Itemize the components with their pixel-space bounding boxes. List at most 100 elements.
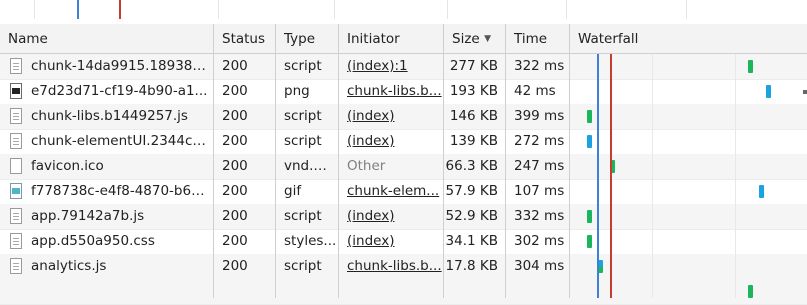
table-row[interactable]: e7d23d71-cf19-4b90-a1... 200 png chunk-libs… [0,79,807,105]
name-cell[interactable]: app.d550a950.css [0,229,214,254]
name-cell[interactable]: app.79142a7b.js [0,204,214,229]
column-divider[interactable] [569,24,570,298]
table-row[interactable] [0,279,807,305]
time-cell: 107 ms [514,183,565,199]
column-divider[interactable] [213,24,214,298]
overview-load-marker [119,0,121,19]
table-row[interactable]: analytics.js 200 script chunk-libs.b... 17.8… [0,254,807,280]
initiator-link[interactable]: (index) [347,108,394,124]
size-cell: 52.9 KB [445,208,498,224]
overview-gridline [686,0,687,19]
name-cell[interactable]: f778738c-e4f8-4870-b63... [0,179,214,204]
initiator-link[interactable]: (index) [347,133,394,149]
column-header-status[interactable]: Status [214,24,276,54]
type-cell: styles... [284,233,337,249]
status-cell: 200 [222,83,248,99]
type-cell: vnd.m... [284,158,339,174]
status-cell: 200 [222,158,248,174]
initiator-link[interactable]: (index) [347,208,394,224]
waterfall-bar[interactable] [748,285,753,298]
column-divider[interactable] [338,24,339,298]
waterfall-bar[interactable] [766,85,771,98]
initiator-cell: Other [339,154,444,179]
column-header-initiator[interactable]: Initiator [339,24,444,54]
column-header-size[interactable]: Size ▼ [444,24,506,54]
initiator-link[interactable]: chunk-libs.b... [347,83,442,99]
overview-domcontentloaded-marker [77,0,79,19]
overview-timeline[interactable] [0,0,807,25]
column-header-type[interactable]: Type [276,24,339,54]
column-divider[interactable] [505,24,506,298]
initiator-link[interactable]: (index):1 [347,58,408,74]
script-file-icon [10,108,22,124]
script-file-icon [10,58,22,74]
type-cell: script [284,258,322,274]
waterfall-bar[interactable] [748,60,753,73]
type-cell: script [284,208,322,224]
request-name: app.79142a7b.js [31,208,145,224]
initiator-cell[interactable]: (index) [339,104,444,129]
file-icon [10,158,22,174]
waterfall-bar[interactable] [759,185,764,198]
script-file-icon [10,258,22,274]
table-header: Name Status Type Initiator Size ▼ Time W… [0,24,807,54]
request-name: analytics.js [31,258,107,274]
request-name: chunk-elementUI.2344c1... [31,133,211,149]
waterfall-bar[interactable] [587,235,592,248]
name-cell[interactable]: e7d23d71-cf19-4b90-a1... [0,79,214,104]
table-row[interactable]: chunk-elementUI.2344c1... 200 script (index… [0,129,807,155]
waterfall-bar[interactable] [587,110,592,123]
size-cell: 139 KB [449,133,498,149]
initiator-cell[interactable]: chunk-elem... [339,179,444,204]
table-row[interactable]: favicon.ico 200 vnd.m... Other 66.3 KB 247 ms [0,154,807,180]
name-cell[interactable]: analytics.js [0,254,214,279]
initiator-link[interactable]: chunk-elem... [347,183,439,199]
waterfall-bar[interactable] [587,135,592,148]
status-cell: 200 [222,258,248,274]
table-row[interactable]: app.d550a950.css 200 styles... (index) 34.1 … [0,229,807,255]
request-name: app.d550a950.css [31,233,155,249]
stylesheet-file-icon [10,233,22,249]
image-file-icon [10,83,22,99]
column-header-time[interactable]: Time [506,24,570,54]
table-row[interactable]: chunk-libs.b1449257.js 200 script (index) 14… [0,104,807,130]
time-cell: 322 ms [514,58,565,74]
initiator-link[interactable]: (index) [347,233,394,249]
name-cell[interactable]: chunk-libs.b1449257.js [0,104,214,129]
type-cell: script [284,58,322,74]
status-cell: 200 [222,183,248,199]
initiator-cell[interactable]: chunk-libs.b... [339,79,444,104]
waterfall-gridline [652,54,653,298]
size-cell: 66.3 KB [445,158,498,174]
size-cell: 34.1 KB [445,233,498,249]
name-cell[interactable]: chunk-14da9915.18938b... [0,54,214,79]
size-cell: 193 KB [449,83,498,99]
initiator-cell[interactable]: (index) [339,204,444,229]
initiator-cell[interactable]: chunk-libs.b... [339,254,444,279]
initiator-cell[interactable]: (index) [339,229,444,254]
column-header-name[interactable]: Name [0,24,214,54]
overview-gridline [447,0,448,19]
waterfall-gridline [735,54,736,298]
waterfall-bar[interactable] [587,210,592,223]
size-cell: 57.9 KB [445,183,498,199]
table-row[interactable]: app.79142a7b.js 200 script (index) 52.9 KB 33… [0,204,807,230]
script-file-icon [10,133,22,149]
column-header-waterfall[interactable]: Waterfall [570,24,807,54]
status-cell: 200 [222,208,248,224]
column-divider[interactable] [275,24,276,298]
table-row[interactable]: chunk-14da9915.18938b... 200 script (index)… [0,54,807,80]
size-cell: 277 KB [449,58,498,74]
initiator-cell[interactable]: (index):1 [339,54,444,79]
table-row[interactable]: f778738c-e4f8-4870-b63... 200 gif chunk-ele… [0,179,807,205]
initiator-cell[interactable]: (index) [339,129,444,154]
name-cell[interactable]: chunk-elementUI.2344c1... [0,129,214,154]
initiator-link[interactable]: chunk-libs.b... [347,258,442,274]
name-cell[interactable]: favicon.ico [0,154,214,179]
size-cell: 146 KB [449,108,498,124]
type-cell: gif [284,183,302,199]
scrollbar[interactable] [800,82,807,102]
gif-file-icon [10,183,22,199]
time-cell: 247 ms [514,158,565,174]
column-divider[interactable] [443,24,444,298]
